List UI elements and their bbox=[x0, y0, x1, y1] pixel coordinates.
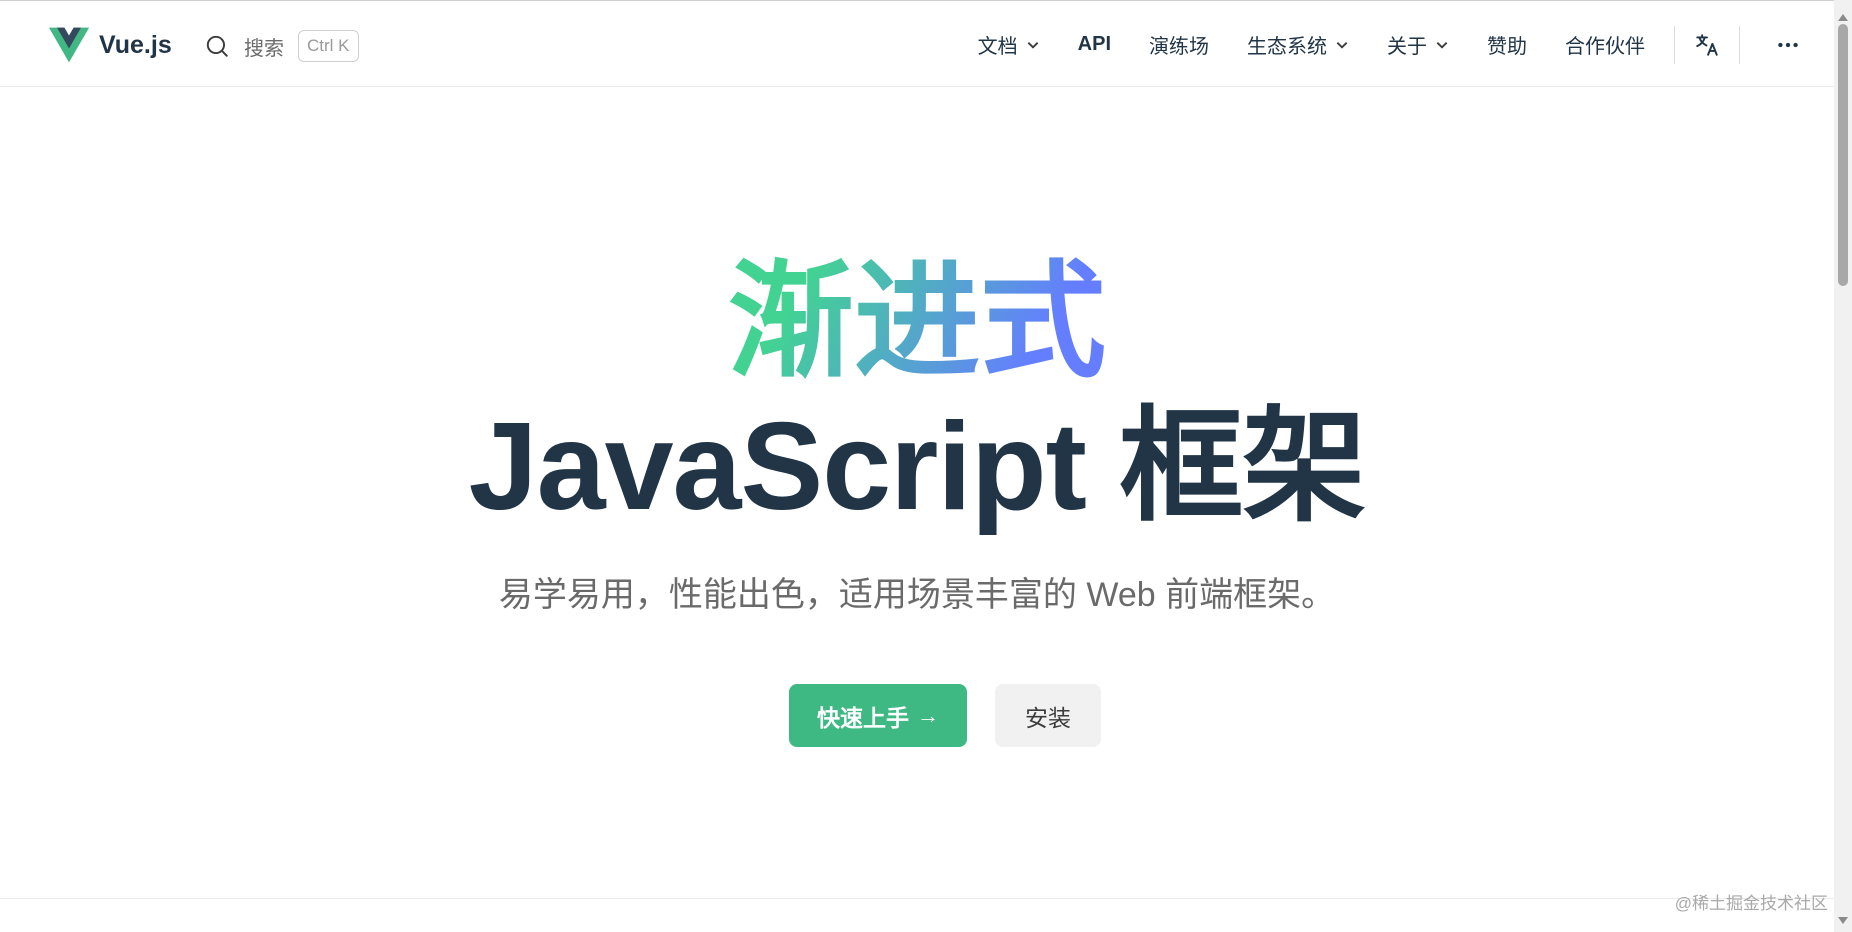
scrollbar-thumb[interactable] bbox=[1838, 24, 1848, 286]
top-nav: Vue.js 搜索 Ctrl K 文档 API 演练场 生态系统 关于 赞助 合… bbox=[0, 0, 1834, 87]
get-started-button[interactable]: 快速上手 → bbox=[789, 684, 967, 747]
nav-item-about[interactable]: 关于 bbox=[1368, 1, 1468, 88]
chevron-down-icon bbox=[1436, 41, 1448, 49]
nav-item-label: 演练场 bbox=[1149, 36, 1209, 58]
nav-item-api[interactable]: API bbox=[1059, 1, 1130, 88]
scroll-up-arrow-icon[interactable] bbox=[1838, 14, 1848, 21]
nav-item-ecosystem[interactable]: 生态系统 bbox=[1228, 1, 1368, 88]
page: Vue.js 搜索 Ctrl K 文档 API 演练场 生态系统 关于 赞助 合… bbox=[0, 0, 1852, 932]
get-started-label: 快速上手 bbox=[817, 704, 909, 731]
more-button[interactable] bbox=[1766, 23, 1810, 67]
section-divider bbox=[0, 898, 1834, 899]
nav-divider bbox=[1739, 25, 1740, 64]
nav-item-label: 赞助 bbox=[1487, 36, 1527, 58]
watermark: @稀土掘金技术社区 bbox=[1674, 894, 1828, 913]
scroll-down-arrow-icon[interactable] bbox=[1838, 917, 1848, 924]
nav-item-label: 合作伙伴 bbox=[1565, 36, 1645, 58]
scrollbar[interactable] bbox=[1834, 0, 1852, 932]
hero-name-text: 渐进式 bbox=[728, 251, 1106, 392]
logo-link[interactable]: Vue.js bbox=[49, 27, 172, 63]
hero-tagline: 易学易用，性能出色，适用场景丰富的 Web 前端框架。 bbox=[498, 576, 1336, 614]
language-button[interactable] bbox=[1685, 23, 1729, 67]
hero-section: 渐进式 JavaScript 框架 易学易用，性能出色，适用场景丰富的 Web … bbox=[0, 87, 1834, 897]
logo-text: Vue.js bbox=[99, 30, 172, 59]
search-button[interactable]: 搜索 Ctrl K bbox=[204, 29, 359, 63]
search-icon bbox=[206, 35, 228, 57]
chevron-down-icon bbox=[1027, 41, 1038, 49]
hero-title: JavaScript 框架 bbox=[468, 398, 1367, 536]
nav-item-label: 关于 bbox=[1387, 36, 1427, 58]
translate-icon bbox=[1696, 33, 1718, 56]
more-horizontal-icon bbox=[1778, 42, 1798, 47]
nav-item-playground[interactable]: 演练场 bbox=[1130, 1, 1228, 88]
nav-divider bbox=[1674, 25, 1675, 64]
nav-item-label: 生态系统 bbox=[1247, 36, 1327, 58]
nav-item-label: API bbox=[1077, 33, 1111, 55]
hero-name: 渐进式 bbox=[0, 252, 1834, 392]
install-label: 安装 bbox=[1025, 704, 1071, 731]
vue-logo-icon bbox=[49, 27, 89, 63]
search-label: 搜索 bbox=[244, 37, 284, 60]
nav-item-label: 文档 bbox=[977, 36, 1018, 58]
nav-item-docs[interactable]: 文档 bbox=[959, 1, 1059, 88]
hero-actions: 快速上手 → 安装 bbox=[0, 684, 1834, 747]
nav-item-sponsor[interactable]: 赞助 bbox=[1468, 1, 1546, 88]
install-button[interactable]: 安装 bbox=[995, 684, 1101, 747]
nav-menu: 文档 API 演练场 生态系统 关于 赞助 合作伙伴 bbox=[959, 1, 1834, 88]
arrow-right-icon: → bbox=[917, 702, 939, 728]
nav-item-partners[interactable]: 合作伙伴 bbox=[1546, 1, 1664, 88]
search-shortcut: Ctrl K bbox=[298, 30, 359, 62]
chevron-down-icon bbox=[1336, 41, 1348, 49]
